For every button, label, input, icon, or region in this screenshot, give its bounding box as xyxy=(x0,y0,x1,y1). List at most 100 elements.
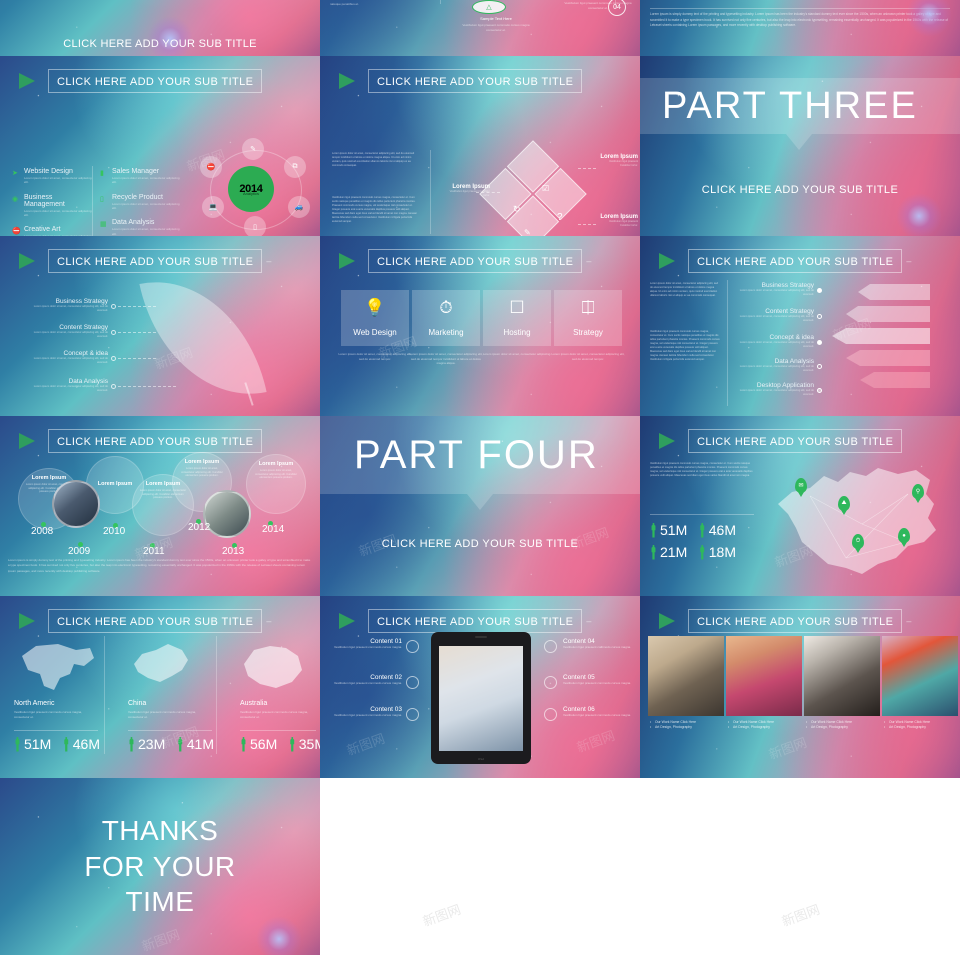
card-web-design[interactable]: 💡 Web Design xyxy=(341,290,409,346)
content-01[interactable]: Content 01 Vestibulum ligut praesent com… xyxy=(330,638,402,650)
slide-tablet[interactable]: CLICK HERE ADD YOUR SUB TITLE – iPad Con… xyxy=(320,596,640,778)
portfolio-image xyxy=(882,636,958,716)
slide-features[interactable]: CLICK HERE ADD YOUR SUB TITLE ➤ Website … xyxy=(0,56,320,236)
sub-title-box[interactable]: CLICK HERE ADD YOUR SUB TITLE xyxy=(47,429,263,454)
laptop-icon[interactable]: 💻 xyxy=(202,196,224,218)
portfolio-item[interactable]: Our Work Name Click Here Art Design, Pho… xyxy=(882,636,958,766)
person-icon xyxy=(651,544,656,560)
arrow-row[interactable]: Business Strategy Lorem ipsum dolor sit … xyxy=(736,282,814,297)
north-america-map-icon xyxy=(22,644,94,690)
content-06[interactable]: Content 06 Vestibulum ligut praesent com… xyxy=(563,706,635,718)
content-title: Content 01 xyxy=(370,638,402,645)
puzzle-label[interactable]: Lorem Ipsum Vestibulum ligut praesent Cu… xyxy=(446,184,490,197)
arrow-row[interactable]: Desktop Application Lorem ipsum dolor si… xyxy=(736,382,814,397)
slide-part-three[interactable]: PART THREE CLICK HERE ADD YOUR SUB TITLE xyxy=(640,56,960,236)
portfolio-caption: Our Work Name Click Here Art Design, Pho… xyxy=(806,720,852,730)
card-strategy[interactable]: ⎅ Strategy xyxy=(554,290,622,346)
slide-r1c1[interactable]: CLICK HERE ADD YOUR SUB TITLE xyxy=(0,0,320,56)
caption-line: Art Design, Photography xyxy=(884,725,930,730)
part-title: PART FOUR xyxy=(354,432,599,477)
card-hosting[interactable]: ☐ Hosting xyxy=(483,290,551,346)
timeline-year: 2009 xyxy=(68,546,91,557)
card-title: Strategy xyxy=(573,328,603,337)
row-body: Lorem ipsum dolor sit amet, consectetur … xyxy=(739,389,814,396)
sub-title-box[interactable]: CLICK HERE ADD YOUR SUB TITLE xyxy=(687,609,903,634)
timeline-bubble[interactable]: Lorem Ipsum Lorem ipsum dolor sit amet, … xyxy=(246,454,306,514)
slide-leaf[interactable]: CLICK HERE ADD YOUR SUB TITLE – Business… xyxy=(0,236,320,416)
bubble-body: Lorem ipsum dolor sit amet, consectetur … xyxy=(181,467,223,478)
slide-r1c2[interactable]: natoque penatibus et. △ Sample Text Here… xyxy=(320,0,640,56)
content-04[interactable]: Content 04 Vestibulum ligut praesent com… xyxy=(563,638,635,650)
stat-value: 18M xyxy=(708,544,736,560)
sub-title-box[interactable]: CLICK HERE ADD YOUR SUB TITLE xyxy=(367,249,583,274)
watermark: 新图网 xyxy=(574,727,617,755)
portfolio-item[interactable]: Our Work Name Click Here Art Design, Pho… xyxy=(804,636,880,766)
portfolio-item[interactable]: Our Work Name Click Here Art Design, Pho… xyxy=(726,636,802,766)
arrow-row[interactable]: Data Analysis Lorem ipsum dolor sit amet… xyxy=(736,358,814,373)
slide-arrows[interactable]: CLICK HERE ADD YOUR SUB TITLE – Lorem ip… xyxy=(640,236,960,416)
slide-thanks[interactable]: THANKS FOR YOUR TIME 新图网 xyxy=(0,778,320,955)
arrow-row[interactable]: Content Strategy Lorem ipsum dolor sit a… xyxy=(736,308,814,323)
feature-item[interactable]: ⛔ Creative Art Lorem ipsum dolor sit ame… xyxy=(12,226,92,236)
tablet-screen xyxy=(439,646,523,751)
label-body: Vestibulum ligut praesent Curabitur tort… xyxy=(609,160,638,167)
content-05[interactable]: Content 05 Vestibulum ligut praesent com… xyxy=(563,674,635,686)
leaf-row[interactable]: Concept & idea Lorem ipsum dolor sit ame… xyxy=(28,350,108,365)
arrow-row[interactable]: Concept & idea Lorem ipsum dolor sit ame… xyxy=(736,334,814,349)
leaf-row[interactable]: Data Analysis Lorem ipsum dolor sit amet… xyxy=(28,378,108,393)
play-triangle-icon xyxy=(339,613,356,630)
slide-china-map[interactable]: CLICK HERE ADD YOUR SUB TITLE Vestibulum… xyxy=(640,416,960,596)
card-title: Hosting xyxy=(503,328,531,337)
sub-title-box[interactable]: CLICK HERE ADD YOUR SUB TITLE xyxy=(47,609,263,634)
clock-icon[interactable]: ⏱ xyxy=(852,534,864,549)
feature-item[interactable]: ➤ Website Design Lorem ipsum dolor sit a… xyxy=(12,168,92,185)
play-triangle-icon xyxy=(19,73,36,90)
slide-portfolio[interactable]: CLICK HERE ADD YOUR SUB TITLE – Our Work… xyxy=(640,596,960,778)
search-icon[interactable]: ⚲ xyxy=(912,484,924,499)
card-marketing[interactable]: ⏱ Marketing xyxy=(412,290,480,346)
lens-flare xyxy=(905,0,952,38)
region-australia[interactable]: Australia Vestibulum ligut praesent comm… xyxy=(240,700,310,719)
slide-part-four[interactable]: PART FOUR CLICK HERE ADD YOUR SUB TITLE … xyxy=(320,416,640,596)
region-north-america[interactable]: North Americ Vestibulum ligut praesent c… xyxy=(14,700,84,719)
stat-label: Males xyxy=(303,745,312,750)
row-title: Desktop Application xyxy=(756,382,814,389)
slide-r1c3[interactable]: Lorem ipsum is simply dummy text of the … xyxy=(640,0,960,56)
content-03[interactable]: Content 03 Vestibulum ligut praesent com… xyxy=(330,706,402,718)
leaf-row[interactable]: Content Strategy Lorem ipsum dolor sit a… xyxy=(28,324,108,339)
region-china[interactable]: China Vestibulum ligut praesent commodo … xyxy=(128,700,198,719)
chart-icon: ◉ xyxy=(12,195,19,203)
sub-title: CLICK HERE ADD YOUR SUB TITLE xyxy=(376,616,574,629)
leaf-row[interactable]: Business Strategy Lorem ipsum dolor sit … xyxy=(28,298,108,313)
feature-item[interactable]: ▯ Recycle Product Lorem ipsum dolor sit … xyxy=(100,194,180,211)
puzzle-label[interactable]: Lorem Ipsum Vestibulum ligut praesent Cu… xyxy=(598,214,638,227)
slide-timeline[interactable]: CLICK HERE ADD YOUR SUB TITLE Lorem Ipsu… xyxy=(0,416,320,596)
feature-item[interactable]: ◉ Business Management Lorem ipsum dolor … xyxy=(12,194,92,218)
sub-title-box[interactable]: CLICK HERE ADD YOUR SUB TITLE xyxy=(687,249,903,274)
slide-header: CLICK HERE ADD YOUR SUB TITLE xyxy=(320,67,640,96)
block-icon[interactable]: ⛔ xyxy=(200,156,222,178)
sub-title-box[interactable]: CLICK HERE ADD YOUR SUB TITLE xyxy=(367,609,583,634)
brush-icon[interactable]: ✎ xyxy=(242,138,264,160)
factory-icon[interactable]: ⛰ xyxy=(838,496,850,511)
stat-group-2: 21M Females 18M Males xyxy=(650,544,736,560)
portfolio-item[interactable]: Our Work Name Click Here Art Design, Pho… xyxy=(648,636,724,766)
truck-icon[interactable]: 🚙 xyxy=(288,196,310,218)
copy-icon[interactable]: ⧉ xyxy=(284,156,306,178)
feature-item[interactable]: ▦ Data Analysis Lorem ipsum dolor sit am… xyxy=(100,219,180,236)
sub-title-box[interactable]: CLICK HERE ADD YOUR SUB TITLE xyxy=(47,249,263,274)
caption-line: Art Design, Photography xyxy=(650,725,696,730)
feature-title: Creative Art xyxy=(24,226,61,234)
location-icon[interactable]: ● xyxy=(898,528,910,543)
sub-title-box[interactable]: CLICK HERE ADD YOUR SUB TITLE xyxy=(367,69,583,94)
mail-icon[interactable]: ✉ xyxy=(795,478,807,493)
slide-puzzle[interactable]: CLICK HERE ADD YOUR SUB TITLE Lorem ipsu… xyxy=(320,56,640,236)
puzzle-label[interactable]: Lorem Ipsum Vestibulum ligut praesent Cu… xyxy=(598,154,638,167)
mobile-icon[interactable]: ▯ xyxy=(244,216,266,236)
feature-item[interactable]: ▮ Sales Manager Lorem ipsum dolor sit am… xyxy=(100,168,180,185)
question-icon: ? xyxy=(557,212,563,223)
slide-cards[interactable]: CLICK HERE ADD YOUR SUB TITLE – 💡 Web De… xyxy=(320,236,640,416)
sub-title-box[interactable]: CLICK HERE ADD YOUR SUB TITLE xyxy=(47,69,263,94)
content-02[interactable]: Content 02 Vestibulum ligut praesent com… xyxy=(330,674,402,686)
slide-regions[interactable]: CLICK HERE ADD YOUR SUB TITLE – North Am… xyxy=(0,596,320,778)
